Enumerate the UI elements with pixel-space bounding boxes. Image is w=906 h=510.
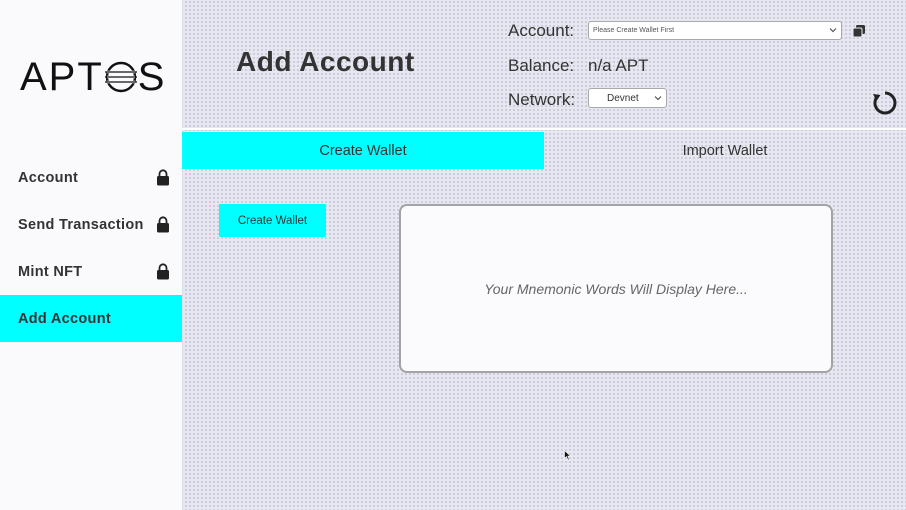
mnemonic-display: Your Mnemonic Words Will Display Here... [399, 204, 833, 373]
sidebar-item-label: Account [18, 169, 79, 186]
tab-import-wallet[interactable]: Import Wallet [544, 132, 906, 169]
sidebar: APT S Account Send Transaction Mint NFT … [0, 0, 183, 510]
lock-icon [157, 216, 169, 233]
network-select[interactable]: Devnet [588, 88, 667, 108]
aptos-logo-mark [104, 61, 137, 93]
copy-icon[interactable] [852, 24, 866, 38]
mouse-cursor-icon [564, 450, 572, 461]
aptos-logo: APT S [20, 54, 167, 99]
lock-icon [157, 169, 169, 186]
sidebar-item-label: Mint NFT [18, 263, 83, 280]
sidebar-item-add-account[interactable]: Add Account [0, 295, 182, 342]
refresh-icon[interactable] [872, 90, 898, 116]
sidebar-item-label: Send Transaction [18, 216, 144, 233]
network-select-value: Devnet [607, 92, 639, 104]
sidebar-nav: Account Send Transaction Mint NFT Add Ac… [0, 154, 182, 342]
chevron-down-icon [829, 28, 837, 33]
header-divider [182, 128, 906, 130]
network-label: Network: [508, 90, 576, 109]
create-wallet-button[interactable]: Create Wallet [219, 204, 326, 237]
balance-value: n/a APT [588, 56, 649, 75]
sidebar-item-account[interactable]: Account [0, 154, 182, 201]
tab-create-wallet[interactable]: Create Wallet [182, 132, 544, 169]
page-title: Add Account [236, 46, 415, 77]
balance-label: Balance: [508, 56, 575, 75]
sidebar-item-mint-nft[interactable]: Mint NFT [0, 248, 182, 295]
mnemonic-placeholder: Your Mnemonic Words Will Display Here... [484, 280, 748, 297]
sidebar-item-send-transaction[interactable]: Send Transaction [0, 201, 182, 248]
account-select-value: Please Create Wallet First [593, 27, 675, 34]
lock-icon [157, 263, 169, 280]
account-label: Account: [508, 21, 575, 40]
chevron-down-icon [654, 96, 662, 101]
sidebar-item-label: Add Account [18, 310, 111, 327]
account-select[interactable]: Please Create Wallet First [588, 21, 842, 40]
